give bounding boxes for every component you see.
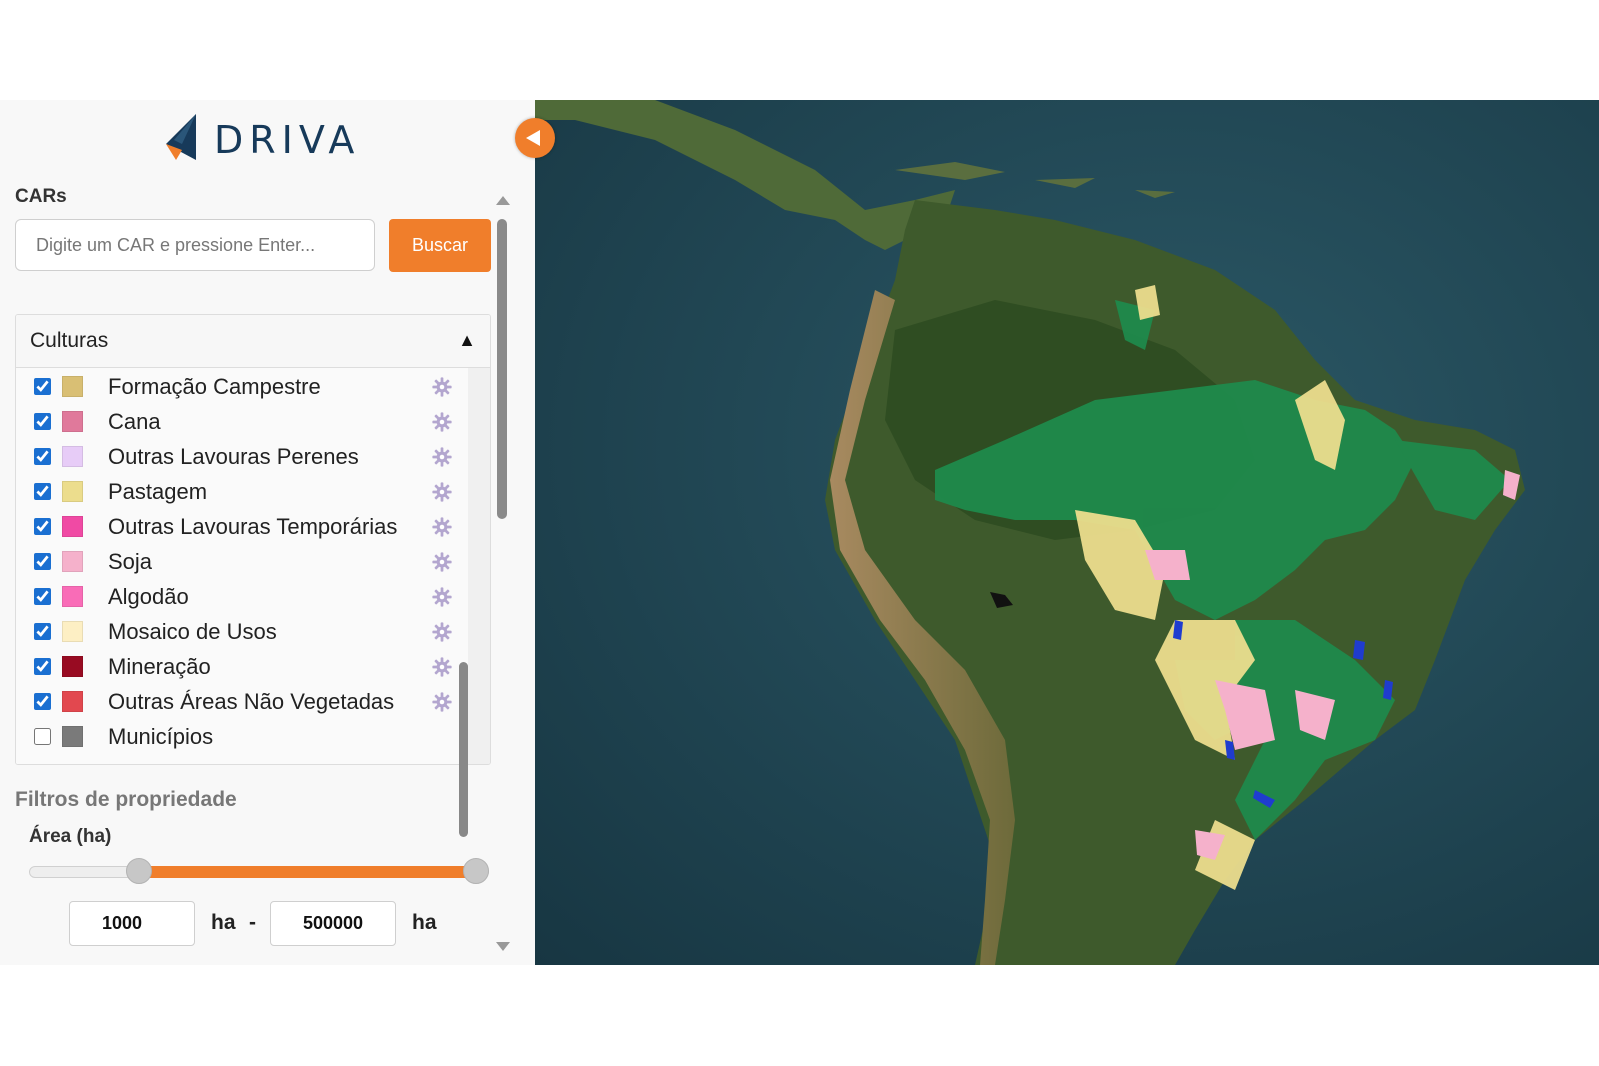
cars-label: CARs: [15, 186, 67, 207]
layer-checkbox[interactable]: [34, 588, 51, 605]
layer-color-swatch: [62, 691, 83, 712]
sidebar-scrollbar-thumb[interactable]: [497, 219, 507, 519]
layer-checkbox[interactable]: [34, 728, 51, 745]
filtros-title: Filtros de propriedade: [15, 788, 237, 811]
gear-icon[interactable]: [431, 621, 453, 643]
layer-label: Cana: [108, 409, 161, 434]
gear-icon[interactable]: [431, 446, 453, 468]
slider-min-handle[interactable]: [126, 858, 153, 884]
sidebar: DRIVA CARs Buscar Culturas ▲ Formação Ca…: [0, 100, 535, 965]
gear-icon[interactable]: [431, 551, 453, 573]
car-search-input[interactable]: [15, 219, 375, 271]
layer-checkbox[interactable]: [34, 693, 51, 710]
area-max-input[interactable]: [270, 901, 396, 946]
layer-row[interactable]: Mosaico de Usos: [34, 617, 464, 647]
area-min-unit: ha: [211, 911, 236, 934]
culturas-panel: Culturas ▲ Formação Campestre Cana Outras …: [15, 314, 491, 765]
layer-color-swatch: [62, 551, 83, 572]
chevron-left-icon: [526, 130, 540, 146]
layer-label: Outras Lavouras Perenes: [108, 444, 359, 469]
layer-list-scrollbar-track[interactable]: [468, 368, 490, 764]
culturas-title: Culturas: [30, 329, 109, 352]
layer-label: Formação Campestre: [108, 374, 321, 399]
gear-icon[interactable]: [431, 376, 453, 398]
layer-label: Algodão: [108, 584, 189, 609]
area-range-separator: -: [249, 911, 256, 934]
slider-fill: [139, 866, 476, 878]
sidebar-toggle-button[interactable]: [515, 118, 555, 158]
gear-icon[interactable]: [431, 516, 453, 538]
layer-checkbox[interactable]: [34, 658, 51, 675]
layer-row[interactable]: Outras Áreas Não Vegetadas: [34, 687, 464, 717]
layer-label: Outras Lavouras Temporárias: [108, 514, 398, 539]
slider-max-handle[interactable]: [463, 858, 489, 884]
app: DRIVA CARs Buscar Culturas ▲ Formação Ca…: [0, 100, 1599, 965]
layer-checkbox[interactable]: [34, 483, 51, 500]
brand-name: DRIVA: [214, 118, 361, 162]
layer-row[interactable]: Formação Campestre: [34, 372, 464, 402]
scroll-down-arrow-icon[interactable]: [496, 942, 510, 951]
buscar-button[interactable]: Buscar: [389, 219, 491, 272]
gear-icon[interactable]: [431, 586, 453, 608]
layer-row[interactable]: Outras Lavouras Temporárias: [34, 512, 464, 542]
layer-checkbox[interactable]: [34, 413, 51, 430]
gear-icon[interactable]: [431, 691, 453, 713]
layer-checkbox[interactable]: [34, 518, 51, 535]
culturas-header[interactable]: Culturas ▲: [16, 315, 490, 368]
layer-color-swatch: [62, 586, 83, 607]
layer-checkbox[interactable]: [34, 623, 51, 640]
layer-label: Pastagem: [108, 479, 208, 504]
gear-icon[interactable]: [431, 481, 453, 503]
layer-color-swatch: [62, 621, 83, 642]
area-range-slider[interactable]: [29, 858, 489, 888]
layer-row[interactable]: Pastagem: [34, 477, 464, 507]
area-label: Área (ha): [29, 826, 112, 847]
layer-checkbox[interactable]: [34, 553, 51, 570]
layer-color-swatch: [62, 446, 83, 467]
collapse-arrow-icon[interactable]: ▲: [458, 330, 476, 351]
layer-checkbox[interactable]: [34, 378, 51, 395]
layer-row[interactable]: Outras Lavouras Perenes: [34, 442, 464, 472]
layer-color-swatch: [62, 481, 83, 502]
layer-label: Outras Áreas Não Vegetadas: [108, 689, 395, 714]
layer-label: Soja: [108, 549, 153, 574]
gear-icon[interactable]: [431, 656, 453, 678]
gear-icon[interactable]: [431, 411, 453, 433]
layer-color-swatch: [62, 726, 83, 747]
layer-list-scrollbar-thumb[interactable]: [459, 662, 468, 837]
layer-row[interactable]: Mineração: [34, 652, 464, 682]
layer-row[interactable]: Municípios: [34, 722, 464, 752]
layer-color-swatch: [62, 376, 83, 397]
layer-row[interactable]: Soja: [34, 547, 464, 577]
layer-color-swatch: [62, 411, 83, 432]
area-max-unit: ha: [412, 911, 437, 934]
layer-row[interactable]: Algodão: [34, 582, 464, 612]
layer-label: Municípios: [108, 724, 214, 749]
logo: DRIVA: [162, 114, 392, 162]
layer-label: Mosaico de Usos: [108, 619, 277, 644]
layer-color-swatch: [62, 656, 83, 677]
layer-checkbox[interactable]: [34, 448, 51, 465]
scroll-up-arrow-icon[interactable]: [496, 196, 510, 205]
driva-logo-icon: [166, 114, 196, 160]
area-min-input[interactable]: [69, 901, 195, 946]
layer-color-swatch: [62, 516, 83, 537]
map-view[interactable]: [535, 100, 1599, 965]
layer-label: Mineração: [108, 654, 211, 679]
layer-row[interactable]: Cana: [34, 407, 464, 437]
layer-list: Formação Campestre Cana Outras Lavouras Pe…: [16, 368, 468, 764]
satellite-map[interactable]: [535, 100, 1599, 965]
